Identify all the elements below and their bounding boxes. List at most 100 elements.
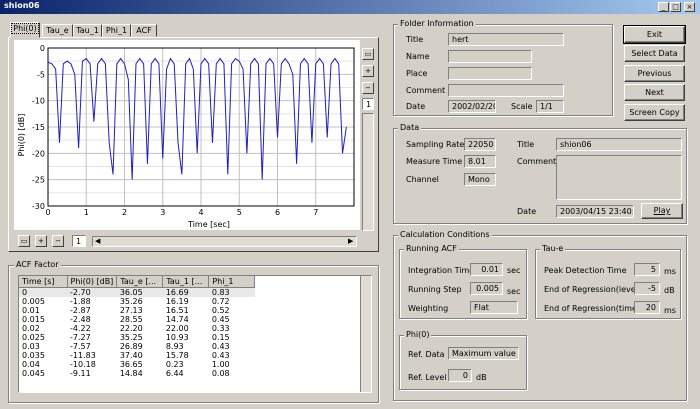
- ref-level-field[interactable]: 0: [448, 369, 472, 382]
- table-cell: 16.69: [165, 287, 189, 297]
- table-cell: -4.22: [70, 323, 91, 333]
- table-row[interactable]: 0.04 -10.18 36.65 0.23 1.00: [19, 360, 255, 369]
- peak-detection-field[interactable]: 5: [634, 263, 660, 276]
- table-row[interactable]: 0.01 -2.87 27.13 16.51 0.52: [19, 306, 255, 315]
- select-data-button[interactable]: Select Data: [624, 45, 685, 62]
- exit-button[interactable]: Exit: [623, 25, 686, 44]
- table-cell: 0.08: [211, 368, 230, 378]
- window-title: shion06: [4, 1, 40, 10]
- table-row[interactable]: 0 -2.70 36.05 16.69 0.83: [19, 287, 255, 297]
- zoom-in-icon[interactable]: +: [362, 65, 374, 77]
- channel-field[interactable]: Mono: [464, 173, 496, 186]
- fit-x-icon[interactable]: ▭: [18, 235, 30, 247]
- table-row[interactable]: 0.005 -1.88 35.26 16.19 0.72: [19, 297, 255, 306]
- fit-icon[interactable]: ▭: [362, 48, 374, 60]
- table-cell: 0.025: [22, 332, 45, 342]
- folder-place-field[interactable]: [448, 67, 532, 80]
- weighting-field[interactable]: Flat: [470, 301, 518, 314]
- folder-scale-label: Scale: [511, 102, 533, 111]
- data-date-field[interactable]: 2003/04/15 23:40:18: [556, 205, 634, 218]
- table-cell: 14.74: [165, 314, 189, 324]
- scroll-right-icon[interactable]: ▶: [348, 237, 356, 246]
- title-bar: shion06 _ □ ×: [0, 0, 700, 14]
- folder-name-field[interactable]: [448, 50, 532, 63]
- end-regression-time-field[interactable]: 20: [634, 301, 660, 314]
- table-cell: 27.13: [119, 305, 143, 315]
- scroll-left-icon[interactable]: ◀: [95, 237, 103, 246]
- y-spin-value[interactable]: 1: [362, 98, 374, 110]
- acf-table-container[interactable]: Time [s] Phi(0) [dB] Tau_e [... Tau_1 [... P…: [18, 275, 372, 393]
- folder-date-label: Date: [406, 102, 426, 111]
- table-row[interactable]: 0.015 -2.48 28.55 14.74 0.45: [19, 315, 255, 324]
- folder-comment-field[interactable]: [448, 84, 564, 97]
- table-cell: 0.72: [211, 296, 230, 306]
- column-header[interactable]: Time [s]: [19, 276, 68, 288]
- channel-label: Channel: [406, 175, 439, 184]
- integration-time-label: Integration Time: [408, 266, 475, 275]
- table-cell: 0.045: [22, 368, 45, 378]
- x-axis-label: Time [sec]: [187, 220, 230, 229]
- table-scrollbar[interactable]: [360, 276, 371, 392]
- tab-tau-1[interactable]: Tau_1: [73, 24, 102, 37]
- running-step-field[interactable]: 0.005: [470, 282, 503, 295]
- tab-acf[interactable]: ACF: [131, 24, 157, 37]
- data-title-field[interactable]: shion06: [556, 138, 682, 151]
- end-regression-level-field[interactable]: -5: [634, 282, 660, 295]
- column-header[interactable]: Tau_1 [...: [162, 276, 210, 288]
- maximize-icon[interactable]: □: [670, 2, 681, 12]
- folder-date-field[interactable]: 2002/02/20: [448, 100, 496, 113]
- screen-copy-button[interactable]: Screen Copy: [624, 104, 685, 121]
- zoom-out-icon[interactable]: −: [362, 82, 374, 94]
- sampling-rate-label: Sampling Rate: [406, 140, 465, 149]
- tab-phi-1[interactable]: Phi_1: [102, 24, 131, 37]
- vertical-scrollbar[interactable]: [362, 113, 374, 231]
- data-group-label: Data: [398, 123, 422, 132]
- data-comment-field[interactable]: [556, 155, 682, 200]
- x-spin-value[interactable]: 1: [72, 235, 86, 247]
- table-cell: 36.05: [119, 287, 143, 297]
- table-cell: 0.035: [22, 350, 45, 360]
- horizontal-scrollbar[interactable]: ◀ ▶: [92, 236, 357, 247]
- folder-scale-field[interactable]: 1/1: [536, 100, 564, 113]
- data-date-label: Date: [517, 207, 537, 216]
- folder-title-field[interactable]: hert: [448, 33, 564, 46]
- table-cell: 0.04: [22, 359, 40, 369]
- tab-label: Phi(0): [11, 23, 39, 34]
- column-header[interactable]: Phi(0) [dB]: [67, 276, 118, 288]
- end-regression-time-unit: ms: [664, 306, 676, 315]
- tab-tau-e[interactable]: Tau_e: [42, 24, 73, 37]
- close-icon[interactable]: ×: [684, 2, 695, 12]
- column-header[interactable]: Phi_1: [208, 276, 256, 288]
- y-tick-label: 0: [40, 44, 45, 53]
- y-tick-label: -15: [32, 123, 45, 132]
- folder-name-label: Name: [406, 52, 430, 61]
- ref-data-field[interactable]: Maximum value: [448, 347, 519, 360]
- table-cell: 1.00: [211, 359, 230, 369]
- integration-time-field[interactable]: 0.01: [470, 263, 503, 276]
- tab-phi0[interactable]: Phi(0): [10, 22, 40, 38]
- table-cell: 0: [22, 287, 28, 297]
- table-row[interactable]: 0.045 -9.11 14.84 6.44 0.08: [19, 369, 255, 378]
- minimize-icon[interactable]: _: [658, 2, 669, 12]
- table-row[interactable]: 0.03 -7.57 26.89 8.93 0.43: [19, 342, 255, 351]
- sampling-rate-field[interactable]: 22050: [464, 138, 496, 151]
- table-cell: 0.02: [22, 323, 40, 333]
- peak-detection-unit: ms: [664, 267, 676, 276]
- column-header[interactable]: Tau_e [...: [116, 276, 164, 288]
- zoom-in-x-icon[interactable]: +: [35, 235, 47, 247]
- table-row[interactable]: 0.025 -7.27 35.25 10.93 0.15: [19, 333, 255, 342]
- table-cell: -11.83: [70, 350, 96, 360]
- table-row[interactable]: 0.035 -11.83 37.40 15.78 0.43: [19, 351, 255, 360]
- table-cell: 0.03: [22, 341, 40, 351]
- x-tick-label: 5: [237, 208, 242, 217]
- next-button[interactable]: Next: [624, 84, 685, 101]
- table-row[interactable]: 0.02 -4.22 22.20 22.00 0.33: [19, 324, 255, 333]
- play-button[interactable]: Play: [641, 203, 683, 219]
- table-cell: 16.19: [165, 296, 189, 306]
- y-tick-label: -10: [32, 97, 45, 106]
- zoom-out-x-icon[interactable]: −: [52, 235, 64, 247]
- measure-time-field[interactable]: 8.01: [464, 155, 496, 168]
- table-cell: 16.51: [165, 305, 189, 315]
- table-cell: -2.87: [70, 305, 91, 315]
- previous-button[interactable]: Previous: [624, 65, 685, 82]
